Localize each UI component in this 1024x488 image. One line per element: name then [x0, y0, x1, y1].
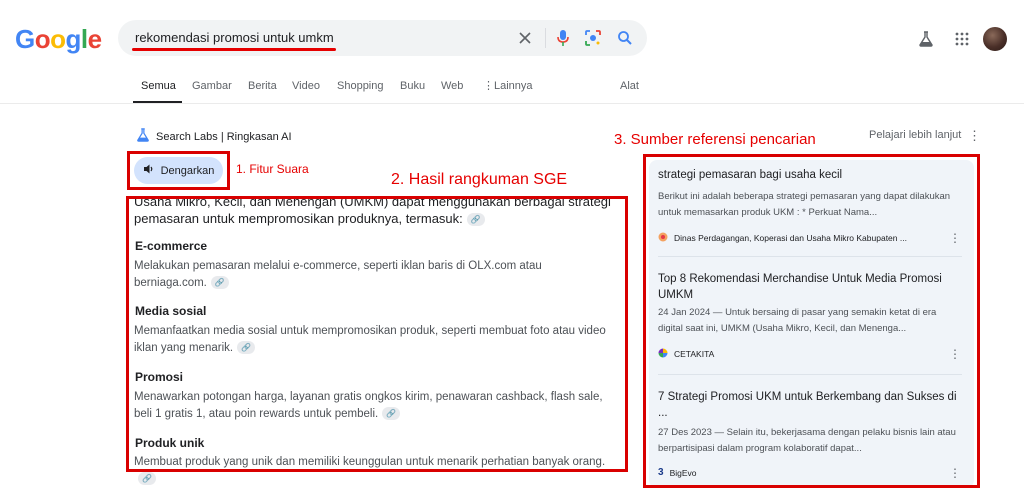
lens-icon[interactable]	[583, 28, 603, 48]
annotation-note-voice: 1. Fitur Suara	[236, 162, 309, 176]
sge-label: Search Labs | Ringkasan AI	[156, 130, 292, 143]
logo-letter: g	[65, 24, 82, 54]
close-icon[interactable]	[515, 28, 535, 48]
avatar[interactable]	[983, 27, 1007, 51]
annotation-note-sources: 3. Sumber referensi pencarian	[614, 131, 816, 148]
logo-letter: G	[15, 24, 35, 54]
mic-icon[interactable]	[553, 28, 573, 48]
learn-more-link[interactable]: Pelajari lebih lanjut	[869, 129, 961, 141]
search-icon[interactable]	[615, 28, 635, 48]
labs-flask-icon[interactable]	[915, 28, 937, 50]
search-bar[interactable]: rekomendasi promosi untuk umkm	[118, 20, 647, 56]
sge-header: Search Labs | Ringkasan AI	[136, 128, 292, 145]
apps-grid-icon[interactable]	[951, 28, 973, 50]
more-options-icon[interactable]: ⋮	[968, 128, 981, 144]
tab-buku[interactable]: Buku	[400, 80, 425, 92]
header-divider	[0, 103, 1024, 104]
logo-letter: l	[80, 24, 88, 54]
more-vert-icon: ⋮	[483, 80, 494, 92]
labs-icon	[136, 128, 150, 145]
search-divider	[545, 28, 546, 48]
tab-shopping[interactable]: Shopping	[337, 80, 384, 92]
logo-letter: o	[50, 24, 66, 54]
tab-berita[interactable]: Berita	[248, 80, 277, 92]
tab-semua[interactable]: Semua	[141, 80, 176, 92]
search-input[interactable]: rekomendasi promosi untuk umkm	[135, 30, 334, 45]
tab-video[interactable]: Video	[292, 80, 320, 92]
annotation-box-voice	[127, 151, 230, 190]
annotation-box-summary	[126, 196, 628, 472]
query-highlight-underline	[132, 48, 336, 51]
annotation-note-summary: 2. Hasil rangkuman SGE	[391, 171, 568, 188]
google-logo[interactable]: Google	[15, 24, 102, 55]
search-results-page: Google rekomendasi promosi untuk umkm Se…	[0, 0, 1024, 488]
logo-letter: e	[87, 24, 102, 54]
link-icon[interactable]: 🔗	[138, 472, 156, 486]
tab-gambar[interactable]: Gambar	[192, 80, 232, 92]
tools-button[interactable]: Alat	[620, 80, 639, 92]
logo-letter: o	[34, 24, 51, 54]
tab-web[interactable]: Web	[441, 80, 463, 92]
annotation-box-sources	[643, 154, 980, 488]
tab-lainnya[interactable]: Lainnya	[494, 80, 533, 92]
